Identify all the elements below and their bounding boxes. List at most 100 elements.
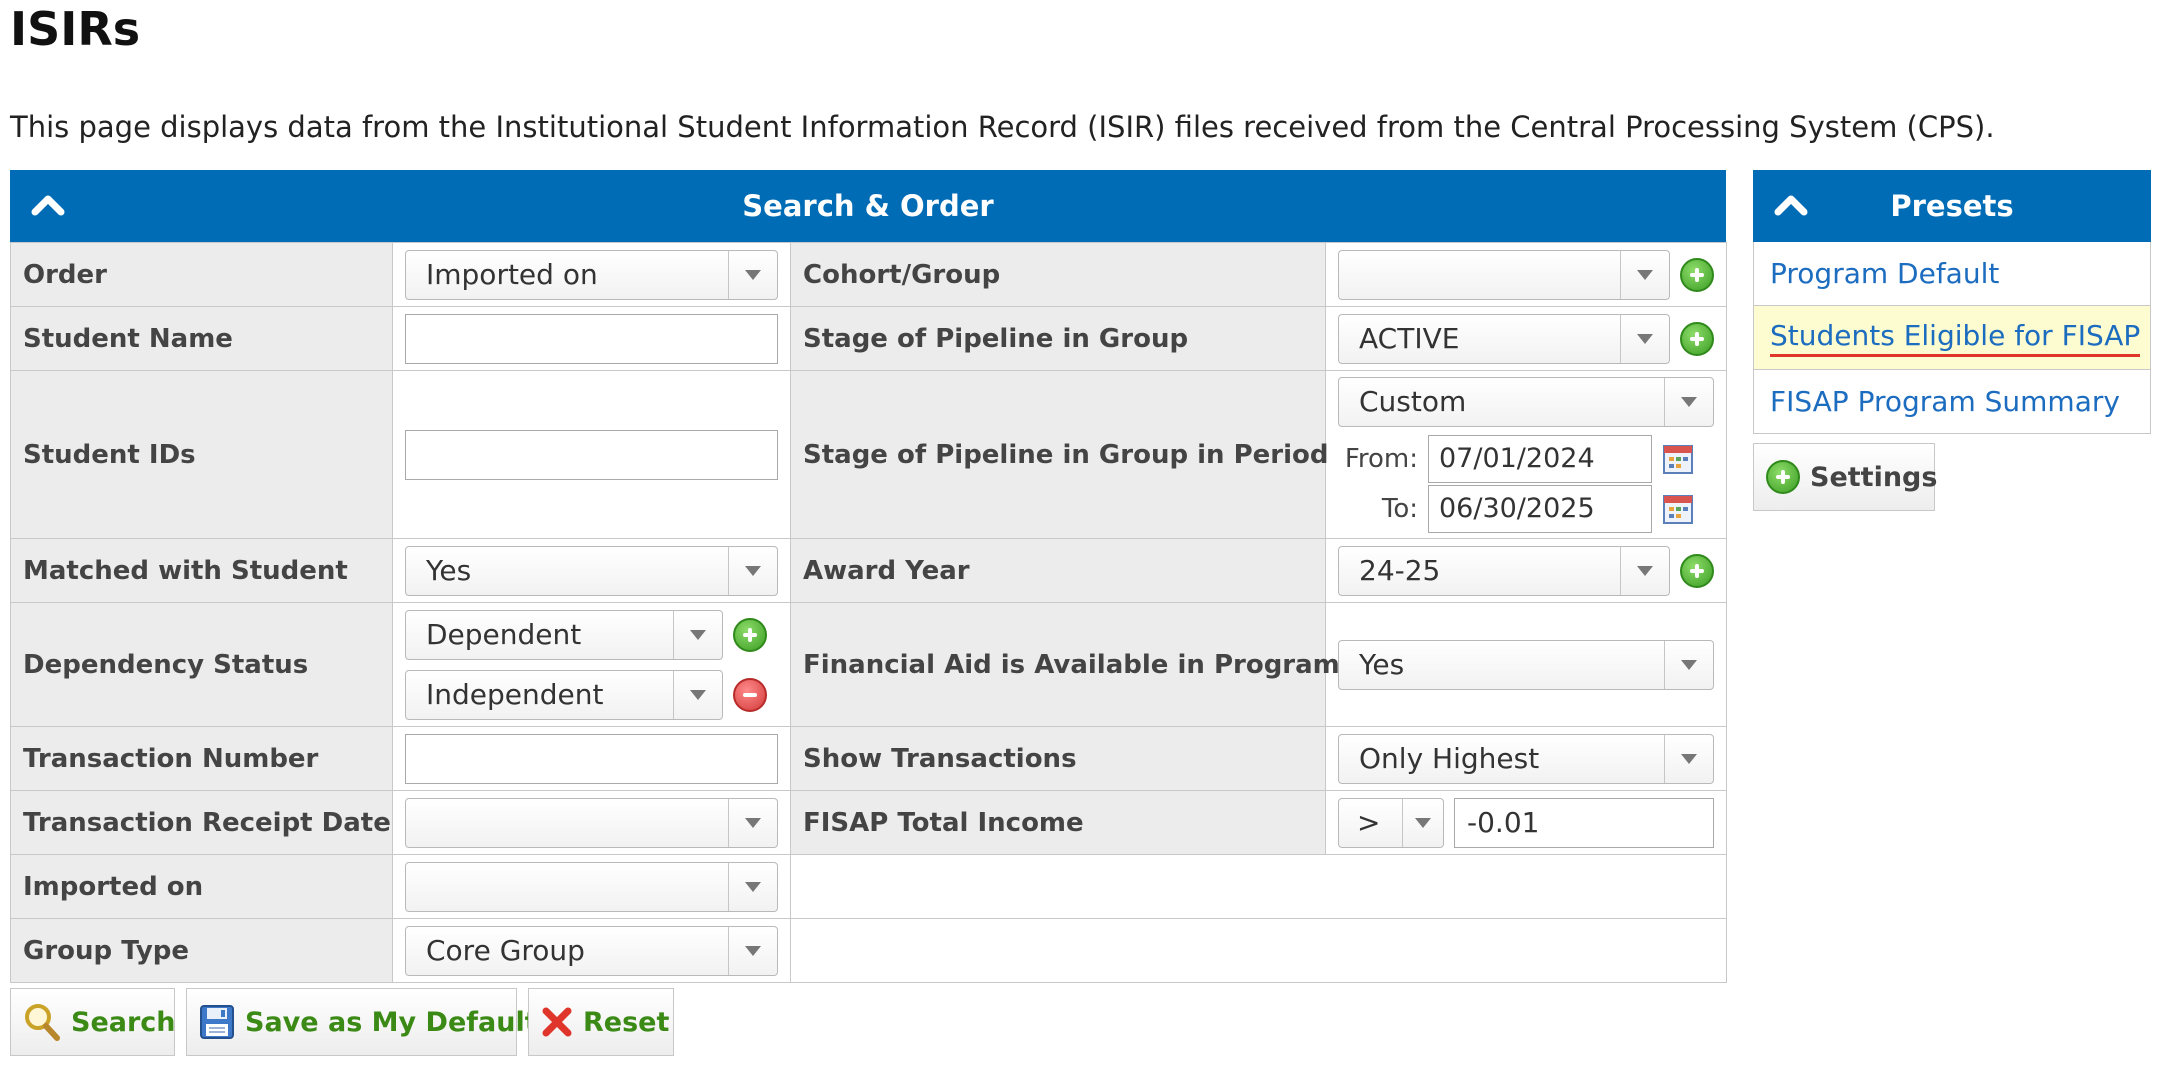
- chevron-down-icon[interactable]: [728, 926, 777, 975]
- transaction-receipt-date-select[interactable]: [405, 797, 778, 848]
- chevron-down-icon[interactable]: [1664, 377, 1713, 426]
- settings-label: Settings: [1810, 461, 1938, 493]
- page-description: This page displays data from the Institu…: [10, 110, 1995, 144]
- stage-pipeline-value: ACTIVE: [1359, 322, 1460, 355]
- award-year-label: Award Year: [790, 538, 1326, 603]
- add-stage-pipeline-icon[interactable]: [1680, 321, 1714, 356]
- fisap-operator-select[interactable]: >: [1338, 797, 1444, 848]
- add-award-year-icon[interactable]: [1680, 553, 1714, 588]
- presets-panel: Presets Program Default Students Eligibl…: [1753, 170, 2151, 434]
- order-label: Order: [10, 242, 393, 307]
- chevron-down-icon[interactable]: [1620, 546, 1669, 595]
- cohort-group-label: Cohort/Group: [790, 242, 1326, 307]
- search-order-header[interactable]: Search & Order: [10, 170, 1726, 242]
- student-ids-input[interactable]: [405, 429, 778, 480]
- settings-button[interactable]: Settings: [1753, 443, 1938, 511]
- to-label: To:: [1381, 493, 1418, 524]
- page-title: ISIRs: [10, 2, 141, 56]
- transaction-number-input[interactable]: [405, 733, 778, 784]
- empty-cell: [790, 854, 1727, 919]
- chevron-down-icon[interactable]: [728, 862, 777, 911]
- search-form-table: Order Imported on Cohort/Group Student N…: [10, 242, 1727, 983]
- fisap-operator-value: >: [1357, 806, 1381, 839]
- group-type-label: Group Type: [10, 918, 393, 983]
- empty-cell: [790, 918, 1727, 983]
- reset-label: Reset: [583, 1006, 670, 1038]
- preset-label: FISAP Program Summary: [1770, 385, 2120, 418]
- group-type-value: Core Group: [426, 934, 585, 967]
- chevron-down-icon[interactable]: [728, 798, 777, 847]
- financial-aid-label: Financial Aid is Available in Program: [790, 602, 1340, 727]
- order-select[interactable]: Imported on: [405, 249, 778, 300]
- chevron-down-icon[interactable]: [728, 250, 777, 299]
- matched-student-select[interactable]: Yes: [405, 545, 778, 596]
- save-disk-icon: [200, 1005, 234, 1039]
- financial-aid-value: Yes: [1359, 648, 1405, 681]
- from-label: From:: [1344, 443, 1418, 474]
- remove-dependency-status-icon[interactable]: [733, 677, 767, 712]
- collapse-chevron-icon[interactable]: [30, 190, 66, 220]
- chevron-down-icon[interactable]: [673, 670, 722, 719]
- award-year-value: 24-25: [1359, 554, 1441, 587]
- chevron-down-icon[interactable]: [1620, 314, 1669, 363]
- matched-student-value: Yes: [426, 554, 472, 587]
- preset-fisap-program-summary[interactable]: FISAP Program Summary: [1753, 370, 2151, 434]
- order-value: Imported on: [426, 258, 598, 291]
- add-dependency-status-icon[interactable]: [733, 617, 767, 652]
- from-date-input[interactable]: 07/01/2024: [1428, 434, 1652, 483]
- add-cohort-group-icon[interactable]: [1680, 257, 1714, 292]
- student-name-label: Student Name: [10, 306, 393, 371]
- dependency-status-label: Dependency Status: [10, 602, 393, 727]
- dependency-status-select-2[interactable]: Independent: [405, 669, 723, 720]
- dependency-status-value-1: Dependent: [426, 618, 582, 651]
- search-label: Search: [71, 1006, 176, 1038]
- collapse-chevron-icon[interactable]: [1773, 190, 1809, 220]
- presets-title: Presets: [1890, 189, 2014, 223]
- preset-program-default[interactable]: Program Default: [1753, 242, 2151, 306]
- chevron-down-icon[interactable]: [673, 610, 722, 659]
- save-default-label: Save as My Default: [245, 1006, 538, 1038]
- stage-pipeline-period-label: Stage of Pipeline in Group in Period: [790, 370, 1329, 539]
- search-order-title: Search & Order: [742, 189, 994, 223]
- preset-label: Program Default: [1770, 257, 2000, 290]
- calendar-icon[interactable]: [1662, 493, 1694, 525]
- chevron-down-icon[interactable]: [1664, 734, 1713, 783]
- search-order-panel: Search & Order Order Imported on Cohort/…: [10, 170, 1727, 983]
- chevron-down-icon[interactable]: [1402, 798, 1443, 847]
- stage-pipeline-period-value: Custom: [1359, 385, 1467, 418]
- dependency-status-value-2: Independent: [426, 678, 604, 711]
- transaction-number-label: Transaction Number: [10, 726, 393, 791]
- preset-students-eligible-fisap[interactable]: Students Eligible for FISAP: [1753, 306, 2151, 370]
- fisap-total-income-label: FISAP Total Income: [790, 790, 1326, 855]
- fisap-total-income-input[interactable]: -0.01: [1454, 797, 1714, 848]
- award-year-select[interactable]: 24-25: [1338, 545, 1670, 596]
- transaction-receipt-date-label: Transaction Receipt Date: [10, 790, 393, 855]
- search-button[interactable]: Search: [10, 988, 176, 1056]
- chevron-down-icon[interactable]: [728, 546, 777, 595]
- matched-student-label: Matched with Student: [10, 538, 393, 603]
- stage-pipeline-select[interactable]: ACTIVE: [1338, 313, 1670, 364]
- dependency-status-select-1[interactable]: Dependent: [405, 609, 723, 660]
- imported-on-label: Imported on: [10, 854, 393, 919]
- plus-icon: [1766, 460, 1800, 494]
- chevron-down-icon[interactable]: [1664, 640, 1713, 689]
- financial-aid-select[interactable]: Yes: [1338, 639, 1714, 690]
- show-transactions-label: Show Transactions: [790, 726, 1326, 791]
- calendar-icon[interactable]: [1662, 443, 1694, 475]
- save-default-button[interactable]: Save as My Default: [186, 988, 538, 1056]
- student-name-input[interactable]: [405, 313, 778, 364]
- close-icon: [542, 1007, 572, 1037]
- show-transactions-value: Only Highest: [1359, 742, 1540, 775]
- presets-header[interactable]: Presets: [1753, 170, 2151, 242]
- imported-on-select[interactable]: [405, 861, 778, 912]
- to-date-input[interactable]: 06/30/2025: [1428, 484, 1652, 533]
- reset-button[interactable]: Reset: [528, 988, 674, 1056]
- preset-label: Students Eligible for FISAP: [1770, 319, 2141, 357]
- show-transactions-select[interactable]: Only Highest: [1338, 733, 1714, 784]
- chevron-down-icon[interactable]: [1620, 250, 1669, 299]
- group-type-select[interactable]: Core Group: [405, 925, 778, 976]
- stage-pipeline-period-select[interactable]: Custom: [1338, 376, 1714, 427]
- stage-pipeline-label: Stage of Pipeline in Group: [790, 306, 1326, 371]
- cohort-group-select[interactable]: [1338, 249, 1670, 300]
- search-icon: [25, 1004, 60, 1041]
